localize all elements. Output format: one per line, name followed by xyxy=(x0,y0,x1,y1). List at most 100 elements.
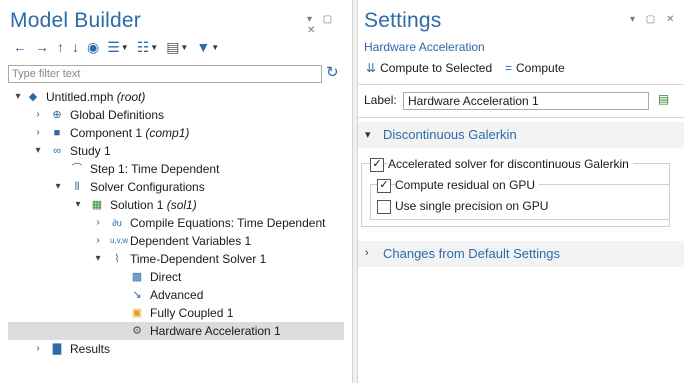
collapse-arrow-icon[interactable]: ▾ xyxy=(52,178,64,196)
tree-item-component-1[interactable]: › ■ Component 1 (comp1) xyxy=(8,124,344,142)
tree-item-direct[interactable]: ▩ Direct xyxy=(8,268,344,286)
tree-item-label: Time-Dependent Solver 1 xyxy=(130,252,267,266)
tree-item-label: Direct xyxy=(150,270,182,284)
tree-item-root[interactable]: ▾ ◆ Untitled.mph (root) xyxy=(8,88,344,106)
tree-item-step-1[interactable]: ⌒ Step 1: Time Dependent xyxy=(8,160,344,178)
compute-label: Compute xyxy=(516,61,565,75)
forward-arrow-icon[interactable]: → xyxy=(32,38,52,56)
tree-item-label: Untitled.mph xyxy=(46,90,114,104)
tree-item-label: Component 1 xyxy=(70,126,143,140)
compute-to-selected-icon: ⇊ xyxy=(366,61,377,75)
tree-item-study-1[interactable]: ▾ ∞ Study 1 xyxy=(8,142,344,160)
tree-item-global-definitions[interactable]: › ⊕ Global Definitions xyxy=(8,106,344,124)
expand-arrow-icon[interactable]: › xyxy=(92,214,104,232)
tree-item-label: Hardware Acceleration 1 xyxy=(150,324,281,338)
tree-item-compile-equations[interactable]: › ∂u Compile Equations: Time Dependent xyxy=(8,214,344,232)
tree-item-results[interactable]: › ▇ Results xyxy=(8,340,344,358)
settings-subtitle: Hardware Acceleration xyxy=(364,40,485,54)
label-caption: Label: xyxy=(364,93,397,107)
section-discontinuous-galerkin[interactable]: ▾ Discontinuous Galerkin xyxy=(358,122,684,148)
move-down-icon[interactable]: ↓ xyxy=(69,38,82,56)
accelerated-solver-label: Accelerated solver for discontinuous Gal… xyxy=(388,157,633,171)
back-arrow-icon[interactable]: ← xyxy=(10,38,30,56)
tree-item-tag: (sol1) xyxy=(166,198,197,212)
tree-item-tag: (root) xyxy=(116,90,146,104)
single-precision-label: Use single precision on GPU xyxy=(395,199,549,213)
model-builder-title: Model Builder xyxy=(10,9,141,32)
model-file-icon: ◆ xyxy=(28,91,38,103)
tree-item-label: Advanced xyxy=(150,288,204,302)
panel-controls[interactable]: ▾ ▢ ✕ xyxy=(630,14,678,25)
compute-to-selected-label: Compute to Selected xyxy=(380,61,493,75)
tree-item-label: Compile Equations: Time Dependent xyxy=(130,216,326,230)
tree-item-solver-configurations[interactable]: ▾ ⫴ Solver Configurations xyxy=(8,178,344,196)
tree-item-hardware-acceleration[interactable]: ⚙ Hardware Acceleration 1 xyxy=(8,322,344,340)
results-icon: ▇ xyxy=(52,343,62,355)
expand-arrow-icon[interactable]: › xyxy=(32,106,44,124)
tree-item-solution-1[interactable]: ▾ ▦ Solution 1 (sol1) xyxy=(8,196,344,214)
expand-arrow-icon[interactable]: › xyxy=(32,340,44,358)
compute-residual-label: Compute residual on GPU xyxy=(395,178,540,192)
collapse-arrow-icon[interactable]: ▾ xyxy=(32,142,44,160)
build-icon[interactable]: ▼ ▼ xyxy=(193,38,222,56)
section-title: Changes from Default Settings xyxy=(383,246,561,261)
expand-arrow-icon[interactable]: › xyxy=(365,247,369,259)
tree-item-time-dependent-solver[interactable]: ▾ ⌇ Time-Dependent Solver 1 xyxy=(8,250,344,268)
compute-icon: = xyxy=(505,61,513,75)
settings-panel: Settings ▾ ▢ ✕ Hardware Acceleration ⇊ C… xyxy=(357,0,684,383)
list-view-icon[interactable]: ▤ ▼ xyxy=(163,38,191,56)
collapse-arrow-icon[interactable]: ▾ xyxy=(72,196,84,214)
refresh-icon[interactable]: ↻ xyxy=(326,63,339,81)
panel-controls[interactable]: ▾ ▢ ✕ xyxy=(307,14,352,36)
model-builder-panel: Model Builder ▾ ▢ ✕ ← → ↑ ↓ ◉ ☰ ▼ ☷ ▼ ▤ ▼ ▼… xyxy=(0,0,353,383)
solver-configurations-icon: ⫴ xyxy=(74,181,80,193)
time-dependent-solver-icon: ⌇ xyxy=(114,253,120,265)
settings-title: Settings xyxy=(364,9,442,32)
study-icon: ∞ xyxy=(53,145,61,157)
expand-arrow-icon[interactable]: › xyxy=(92,232,104,250)
show-icon[interactable]: ◉ xyxy=(84,38,102,56)
compile-equations-icon: ∂u xyxy=(112,218,122,228)
dependent-variables-icon: u,v,w xyxy=(110,236,129,245)
accelerated-solver-checkbox[interactable]: ✓ xyxy=(370,158,384,172)
solution-icon: ▦ xyxy=(91,199,103,211)
tree-item-label: Dependent Variables 1 xyxy=(130,234,252,248)
collapse-arrow-icon[interactable]: ▾ xyxy=(92,250,104,268)
globe-icon: ⊕ xyxy=(52,109,62,121)
compute-residual-checkbox[interactable]: ✓ xyxy=(377,179,391,193)
divider xyxy=(358,117,684,118)
advanced-icon: ↘ xyxy=(132,289,142,301)
single-precision-checkbox[interactable] xyxy=(377,200,391,214)
tree-item-fully-coupled[interactable]: ▣ Fully Coupled 1 xyxy=(8,304,344,322)
tree-item-label: Step 1: Time Dependent xyxy=(90,162,220,176)
tree-item-label: Fully Coupled 1 xyxy=(150,306,234,320)
model-builder-toolbar: ← → ↑ ↓ ◉ ☰ ▼ ☷ ▼ ▤ ▼ ▼ ▼ xyxy=(10,38,222,56)
fully-coupled-icon: ▣ xyxy=(131,307,143,319)
tree-item-label: Study 1 xyxy=(70,144,111,158)
expand-arrow-icon[interactable]: › xyxy=(32,124,44,142)
label-field[interactable]: Hardware Acceleration 1 xyxy=(403,92,649,110)
tree-item-dependent-variables[interactable]: › u,v,w Dependent Variables 1 xyxy=(8,232,344,250)
divider xyxy=(358,84,684,85)
tree-item-advanced[interactable]: ↘ Advanced xyxy=(8,286,344,304)
collapse-arrow-icon[interactable]: ▾ xyxy=(12,88,24,106)
chip-icon: ⚙ xyxy=(132,325,142,337)
tree-item-label: Results xyxy=(70,342,111,356)
tree-item-label: Global Definitions xyxy=(70,108,165,122)
direct-solver-icon: ▩ xyxy=(131,271,143,283)
component-icon: ■ xyxy=(53,127,61,139)
expand-tree-icon[interactable]: ☰ ▼ xyxy=(104,38,131,56)
tree-item-tag: (comp1) xyxy=(145,126,190,140)
label-options-icon[interactable]: ▤ xyxy=(655,92,672,108)
collapse-tree-icon[interactable]: ☷ ▼ xyxy=(134,38,161,56)
tree-item-label: Solution 1 xyxy=(110,198,164,212)
compute-button[interactable]: = Compute xyxy=(505,61,565,75)
section-changes-from-default[interactable]: › Changes from Default Settings xyxy=(358,241,684,267)
compute-to-selected-button[interactable]: ⇊ Compute to Selected xyxy=(366,61,492,75)
tree-item-label: Solver Configurations xyxy=(90,180,205,194)
move-up-icon[interactable]: ↑ xyxy=(54,38,67,56)
section-title: Discontinuous Galerkin xyxy=(383,127,517,142)
tree-filter-input[interactable]: Type filter text xyxy=(8,65,322,83)
collapse-arrow-icon[interactable]: ▾ xyxy=(365,128,371,141)
time-dependent-icon: ⌒ xyxy=(71,163,83,175)
